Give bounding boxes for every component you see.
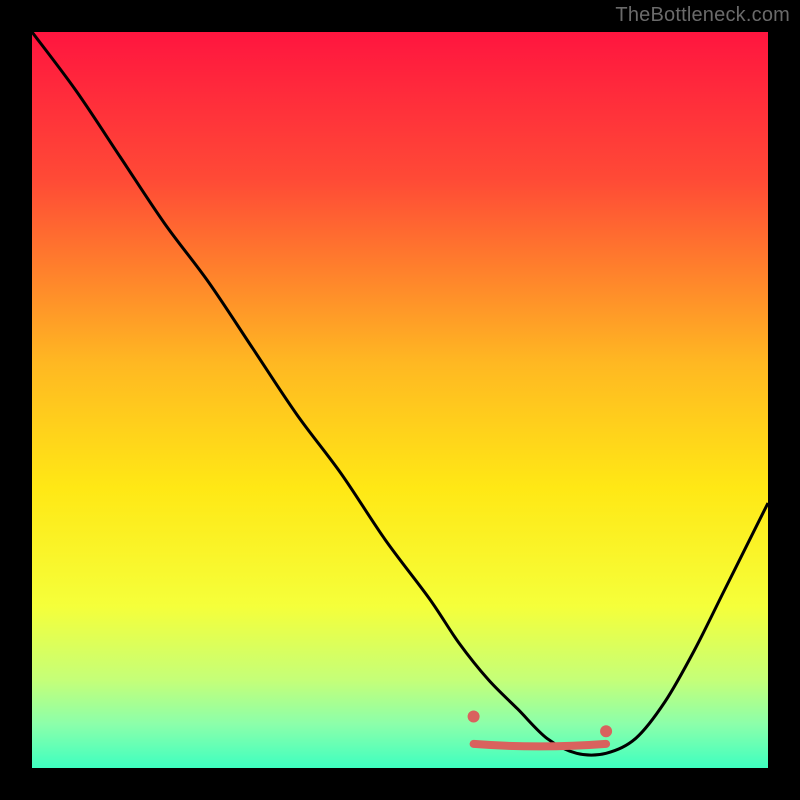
plot-area — [32, 32, 768, 768]
bottleneck-curve — [32, 32, 768, 768]
highlight-dot — [468, 710, 480, 722]
curve-line — [32, 32, 768, 755]
highlight-segment — [474, 744, 606, 747]
chart-container: TheBottleneck.com — [0, 0, 800, 800]
watermark-text: TheBottleneck.com — [615, 4, 790, 27]
highlight-dot — [600, 725, 612, 737]
